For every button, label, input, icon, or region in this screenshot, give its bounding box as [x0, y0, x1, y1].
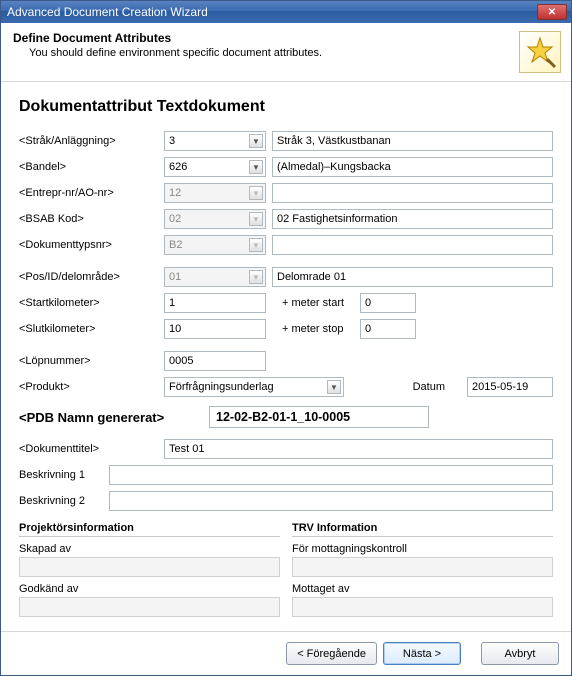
header-title: Define Document Attributes — [13, 31, 519, 45]
input-meter-start[interactable]: 0 — [360, 293, 416, 313]
input-dokumenttitel[interactable]: Test 01 — [164, 439, 553, 459]
titlebar: Advanced Document Creation Wizard ✕ — [1, 1, 571, 23]
wizard-header: Define Document Attributes You should de… — [1, 23, 571, 82]
input-beskr2[interactable] — [109, 491, 553, 511]
cancel-button[interactable]: Avbryt — [481, 642, 559, 665]
combo-pos: 01 ▼ — [164, 267, 266, 287]
label-beskr2: Beskrivning 2 — [19, 495, 109, 507]
wizard-wand-icon — [519, 31, 561, 73]
divider — [19, 536, 280, 537]
section-trv-info: TRV Information — [292, 522, 553, 534]
close-icon: ✕ — [548, 7, 556, 18]
chevron-down-icon: ▼ — [249, 160, 263, 174]
input-mottagningskontroll[interactable] — [292, 557, 553, 577]
label-bsab: <BSAB Kod> — [19, 213, 164, 225]
label-doktyp: <Dokumenttypsnr> — [19, 239, 164, 251]
label-pdb: <PDB Namn genererat> — [19, 410, 209, 425]
desc-entrepr[interactable] — [272, 183, 553, 203]
chevron-down-icon: ▼ — [249, 212, 263, 226]
combo-produkt[interactable]: Förfrågningsunderlag ▼ — [164, 377, 344, 397]
window-title: Advanced Document Creation Wizard — [7, 5, 537, 19]
input-beskr1[interactable] — [109, 465, 553, 485]
input-datum[interactable]: 2015-05-19 — [467, 377, 553, 397]
input-mottaget-av[interactable] — [292, 597, 553, 617]
header-subtitle: You should define environment specific d… — [13, 47, 519, 59]
label-datum: Datum — [413, 381, 445, 393]
label-meter-stop: + meter stop — [282, 323, 360, 335]
label-pos: <Pos/ID/delområde> — [19, 271, 164, 283]
chevron-down-icon: ▼ — [327, 380, 341, 394]
desc-doktyp[interactable] — [272, 235, 553, 255]
label-strak: <Stråk/Anläggning> — [19, 135, 164, 147]
combo-bsab: 02 ▼ — [164, 209, 266, 229]
section-projektor-info: Projektörsinformation — [19, 522, 280, 534]
label-slutkm: <Slutkilometer> — [19, 323, 164, 335]
label-entrepr: <Entrepr-nr/AO-nr> — [19, 187, 164, 199]
chevron-down-icon: ▼ — [249, 238, 263, 252]
input-godkand-av[interactable] — [19, 597, 280, 617]
input-skapad-av[interactable] — [19, 557, 280, 577]
combo-bandel[interactable]: 626 ▼ — [164, 157, 266, 177]
desc-strak[interactable]: Stråk 3, Västkustbanan — [272, 131, 553, 151]
input-slutkm[interactable]: 10 — [164, 319, 266, 339]
label-dokumenttitel: <Dokumenttitel> — [19, 443, 164, 455]
input-startkm[interactable]: 1 — [164, 293, 266, 313]
combo-entrepr: 12 ▼ — [164, 183, 266, 203]
next-button[interactable]: Nästa > — [383, 642, 461, 665]
chevron-down-icon: ▼ — [249, 134, 263, 148]
page-title: Dokumentattribut Textdokument — [19, 98, 553, 116]
label-godkand-av: Godkänd av — [19, 583, 280, 595]
input-lopnr[interactable]: 0005 — [164, 351, 266, 371]
label-lopnr: <Löpnummer> — [19, 355, 164, 367]
input-meter-stop[interactable]: 0 — [360, 319, 416, 339]
desc-bandel[interactable]: (Almedal)–Kungsbacka — [272, 157, 553, 177]
chevron-down-icon: ▼ — [249, 270, 263, 284]
chevron-down-icon: ▼ — [249, 186, 263, 200]
label-meter-start: + meter start — [282, 297, 360, 309]
pdb-generated-name: 12-02-B2-01-1_10-0005 — [209, 406, 429, 428]
divider — [292, 536, 553, 537]
desc-bsab[interactable]: 02 Fastighetsinformation — [272, 209, 553, 229]
desc-pos[interactable]: Delomrade 01 — [272, 267, 553, 287]
label-produkt: <Produkt> — [19, 381, 164, 393]
label-mottaget-av: Mottaget av — [292, 583, 553, 595]
combo-doktyp: B2 ▼ — [164, 235, 266, 255]
wizard-window: Advanced Document Creation Wizard ✕ Defi… — [0, 0, 572, 676]
label-startkm: <Startkilometer> — [19, 297, 164, 309]
previous-button[interactable]: < Föregående — [286, 642, 377, 665]
label-bandel: <Bandel> — [19, 161, 164, 173]
combo-strak[interactable]: 3 ▼ — [164, 131, 266, 151]
close-button[interactable]: ✕ — [537, 4, 567, 20]
label-skapad-av: Skapad av — [19, 543, 280, 555]
form-body: Dokumentattribut Textdokument <Stråk/Anl… — [1, 82, 571, 631]
wizard-footer: < Föregående Nästa > Avbryt — [1, 631, 571, 675]
label-beskr1: Beskrivning 1 — [19, 469, 109, 481]
label-mottagningskontroll: För mottagningskontroll — [292, 543, 553, 555]
